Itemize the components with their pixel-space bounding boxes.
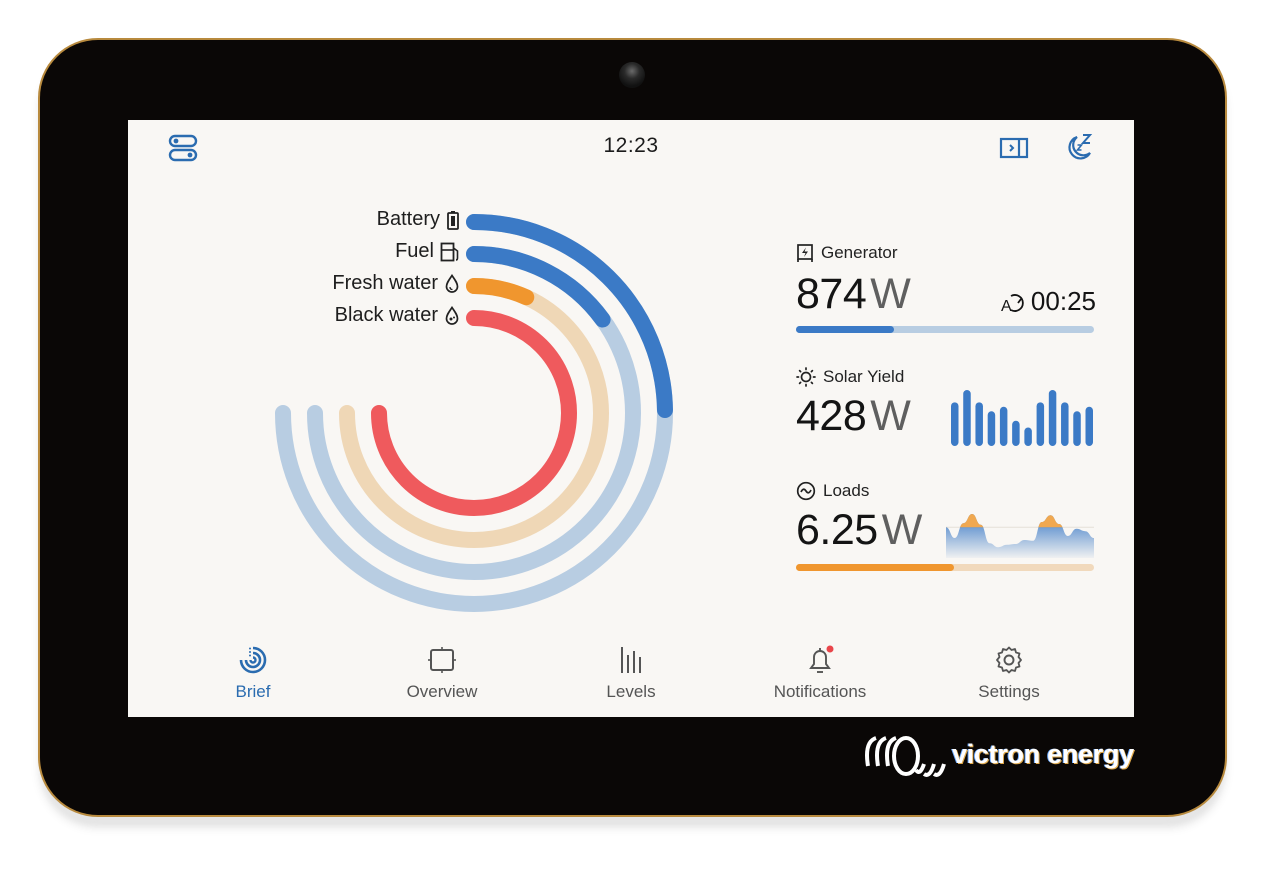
- nav-item-brief[interactable]: Brief: [183, 645, 323, 702]
- generator-progress-track: [796, 326, 1094, 333]
- sidebar-toggle-button[interactable]: [998, 134, 1030, 162]
- gauge-label-black-water[interactable]: Black water: [335, 304, 460, 327]
- generator-title-text: Generator: [821, 243, 898, 262]
- solar-value: 428W: [796, 392, 911, 441]
- generator-runtime-text: 00:25: [1030, 286, 1096, 316]
- gauge-fill-fresh-water: [466, 278, 535, 306]
- loads-value: 6.25W: [796, 506, 922, 555]
- loads-power: 6.25: [796, 506, 878, 554]
- levels-gauge-chart: [275, 214, 673, 612]
- gauge-label-text: Black water: [334, 304, 438, 326]
- generator-power: 874: [796, 270, 867, 318]
- solar-bar: [1024, 427, 1032, 446]
- nav-item-settings[interactable]: Settings: [939, 645, 1079, 702]
- auto-start-timer-icon: A: [1001, 293, 1024, 314]
- solar-bar: [1012, 420, 1020, 446]
- solar-bar: [1061, 402, 1069, 446]
- solar-unit: W: [870, 392, 911, 440]
- black-water-drop-icon: [445, 305, 459, 325]
- nav-label: Overview: [406, 682, 478, 701]
- levels-icon: [621, 647, 641, 673]
- svg-text:A: A: [1001, 298, 1012, 314]
- gauge-label-fuel[interactable]: Fuel: [395, 240, 460, 263]
- generator-unit: W: [870, 270, 911, 318]
- nav-item-levels[interactable]: Levels: [561, 645, 701, 702]
- nav-item-notifications[interactable]: Notifications: [750, 645, 890, 702]
- camera-lens: [619, 62, 645, 88]
- solar-bar: [975, 402, 983, 446]
- nav-label: Notifications: [773, 682, 867, 701]
- solar-bar: [1085, 406, 1093, 446]
- solar-power: 428: [796, 392, 867, 440]
- nav-item-overview[interactable]: Overview: [372, 645, 512, 702]
- loads-title-text: Loads: [823, 481, 870, 500]
- generator-runtime: A 00:25: [1001, 286, 1096, 317]
- generator-progress-fill: [796, 326, 895, 333]
- solar-bar: [951, 402, 959, 446]
- overview-icon: [428, 647, 456, 673]
- solar-yield-histogram: [951, 390, 1093, 446]
- solar-bar: [1048, 390, 1057, 446]
- fuel-pump-icon: [440, 242, 459, 261]
- battery-icon: [447, 210, 459, 230]
- sun-icon: [796, 367, 816, 387]
- sidebar-toggle-icon: [999, 137, 1029, 159]
- solar-bar: [999, 406, 1008, 446]
- solar-bar: [1036, 402, 1045, 446]
- nav-label: Levels: [606, 682, 656, 701]
- ac-wave-icon: [796, 481, 816, 501]
- gauge-label-text: Fuel: [395, 240, 434, 262]
- solar-bar: [1073, 411, 1081, 446]
- loads-progress-fill: [796, 564, 954, 571]
- nav-label: Brief: [235, 682, 271, 701]
- generator-panel[interactable]: Generator 874W A 00:25: [796, 242, 1096, 337]
- victron-logo-icon: [865, 736, 946, 777]
- loads-title: Loads: [796, 480, 1096, 502]
- gauge-label-battery[interactable]: Battery: [377, 208, 460, 231]
- gear-icon: [996, 646, 1022, 674]
- loads-sparkline: [946, 514, 1094, 558]
- gauge-label-text: Battery: [376, 208, 440, 230]
- loads-panel[interactable]: Loads 6.25W: [796, 480, 1096, 575]
- solar-bar: [987, 411, 996, 446]
- sleep-moon-icon: [1068, 134, 1093, 160]
- gauge-label-fresh-water[interactable]: Fresh water: [332, 272, 460, 295]
- water-drop-icon: [445, 273, 459, 293]
- gauge-label-text: Fresh water: [332, 272, 438, 294]
- loads-progress-track: [796, 564, 1094, 571]
- gauge-fill-black-water: [371, 310, 577, 516]
- solar-panel[interactable]: Solar Yield 428W: [796, 366, 1096, 456]
- loads-unit: W: [881, 506, 923, 554]
- solar-title: Solar Yield: [796, 366, 1096, 388]
- generator-title: Generator: [796, 242, 1096, 264]
- gauge-labels: Battery Fuel Fresh water Black water: [278, 208, 460, 338]
- sleep-button[interactable]: [1062, 130, 1096, 164]
- generator-icon: [797, 244, 813, 262]
- nav-label: Settings: [978, 682, 1040, 701]
- brief-icon: [239, 646, 267, 674]
- generator-value: 874W: [796, 270, 911, 319]
- screen: 12:23 Battery Fuel Fresh water Black wat…: [128, 120, 1134, 717]
- bottom-nav: Brief Overview Levels Notifications Sett…: [128, 637, 1134, 717]
- bell-icon: [809, 645, 834, 673]
- solar-title-text: Solar Yield: [823, 367, 905, 386]
- solar-bar: [963, 390, 971, 446]
- brand-name: victron energy: [952, 738, 1134, 769]
- brand-logo: victron energy: [858, 728, 1134, 780]
- notification-badge: [826, 645, 834, 653]
